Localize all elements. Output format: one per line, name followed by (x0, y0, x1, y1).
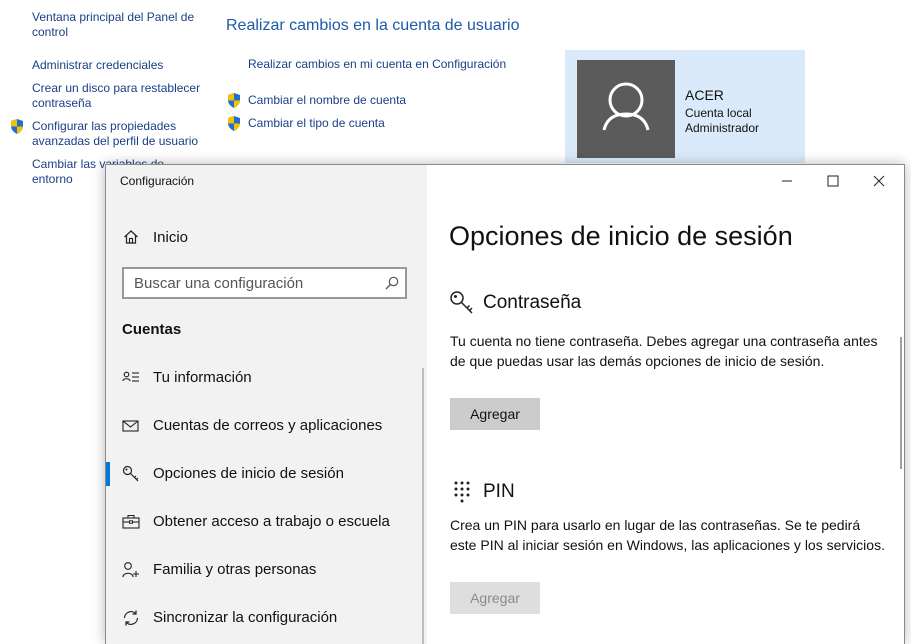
page-title: Opciones de inicio de sesión (449, 221, 793, 251)
control-panel-title: Realizar cambios en la cuenta de usuario (226, 17, 520, 34)
person-card-icon (122, 371, 139, 382)
link-change-account-in-settings[interactable]: Realizar cambios en mi cuenta en Configu… (248, 57, 506, 71)
minimize-button[interactable] (777, 171, 797, 191)
mail-icon (122, 420, 139, 432)
nav-item-label: Opciones de inicio de sesión (153, 465, 344, 482)
shield-icon (11, 119, 23, 134)
nav-sign-in-options[interactable]: Opciones de inicio de sesión (106, 454, 424, 494)
nav-your-info[interactable]: Tu información (106, 358, 424, 398)
nav-item-label: Familia y otras personas (153, 561, 317, 578)
password-heading: Contraseña (449, 290, 581, 316)
section-title: Cuentas (122, 321, 182, 338)
link-manage-credentials[interactable]: Administrar credenciales (32, 58, 207, 73)
key-icon (450, 291, 473, 314)
nav-item-label: Tu información (153, 369, 252, 386)
shield-icon (228, 116, 240, 131)
nav-item-label: Sincronizar la configuración (153, 609, 338, 626)
account-type: Cuenta local (685, 106, 752, 120)
search-icon (385, 276, 399, 290)
nav-sync-settings[interactable]: Sincronizar la configuración (106, 598, 424, 638)
settings-window: Configuración Inicio Buscar una configur… (105, 164, 905, 644)
account-role: Administrador (685, 121, 760, 135)
settings-sidebar: Configuración Inicio Buscar una configur… (106, 165, 427, 644)
window-title: Configuración (120, 174, 195, 188)
link-control-panel-home[interactable]: Ventana principal del Panel de control (32, 10, 207, 40)
nav-work-school[interactable]: Obtener acceso a trabajo o escuela (106, 502, 424, 542)
shield-icon (228, 93, 240, 108)
password-description: Tu cuenta no tiene contraseña. Debes agr… (450, 333, 878, 369)
nav-home-label: Inicio (153, 228, 189, 246)
nav-email-accounts[interactable]: Cuentas de correos y aplicaciones (106, 406, 424, 446)
account-card: ACER Cuenta local Administrador (565, 50, 805, 163)
settings-content: Opciones de inicio de sesión Contraseña … (427, 165, 904, 644)
keypad-icon (454, 481, 470, 503)
content-scrollbar[interactable] (900, 337, 902, 469)
link-create-reset-disk[interactable]: Crear un disco para restablecer contrase… (32, 81, 207, 111)
add-person-icon (122, 562, 139, 578)
link-advanced-profile-properties[interactable]: Configurar las propiedades avanzadas del… (32, 119, 207, 149)
link-change-account-name[interactable]: Cambiar el nombre de cuenta (248, 93, 406, 107)
avatar (577, 60, 675, 158)
nav-home[interactable]: Inicio (123, 227, 188, 247)
nav-item-label: Obtener acceso a trabajo o escuela (153, 513, 390, 530)
pin-description: Crea un PIN para usarlo en lugar de las … (450, 517, 885, 553)
pin-heading-label: PIN (483, 481, 515, 502)
search-placeholder: Buscar una configuración (134, 275, 304, 292)
home-icon (124, 230, 138, 244)
sync-icon (123, 610, 139, 626)
account-name: ACER (685, 87, 724, 103)
pin-heading: PIN (449, 479, 515, 505)
close-button[interactable] (869, 171, 889, 191)
key-icon (122, 465, 139, 482)
link-change-account-type[interactable]: Cambiar el tipo de cuenta (248, 116, 385, 130)
nav-item-label: Cuentas de correos y aplicaciones (153, 417, 383, 434)
add-password-button[interactable]: Agregar (450, 398, 540, 430)
search-input[interactable]: Buscar una configuración (122, 267, 407, 299)
user-icon (602, 82, 650, 131)
nav-family-others[interactable]: Familia y otras personas (106, 550, 424, 590)
password-heading-label: Contraseña (483, 292, 582, 313)
briefcase-icon (122, 514, 140, 529)
sidebar-scrollbar[interactable] (422, 368, 424, 644)
maximize-button[interactable] (823, 171, 843, 191)
add-pin-button[interactable]: Agregar (450, 582, 540, 614)
